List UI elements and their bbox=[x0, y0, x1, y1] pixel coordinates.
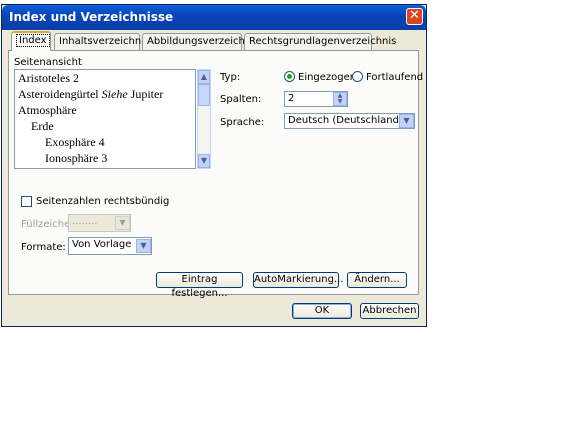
preview-line: Erde bbox=[31, 119, 54, 133]
tab-abbildungsverzeichnis-label: Abbildungsverzeichnis bbox=[147, 36, 260, 47]
tab-inhaltsverzeichnis[interactable]: Inhaltsverzeichnis bbox=[54, 33, 149, 50]
ok-button[interactable]: OK bbox=[292, 303, 352, 319]
sprache-select[interactable]: Deutsch (Deutschland) ▼ bbox=[284, 113, 415, 129]
scroll-up-icon[interactable]: ▲ bbox=[198, 70, 210, 84]
sprache-value: Deutsch (Deutschland) bbox=[288, 115, 403, 126]
spalten-label: Spalten: bbox=[220, 94, 262, 105]
tab-index-label: Index bbox=[16, 34, 50, 47]
preview-line: Exosphäre 4 bbox=[45, 135, 105, 149]
seitenzahlen-checkbox[interactable] bbox=[21, 196, 32, 207]
fuellzeichen-value: ........ bbox=[72, 216, 98, 227]
formate-select[interactable]: Von Vorlage ▼ bbox=[68, 237, 152, 255]
aendern-button[interactable]: Ändern... bbox=[347, 272, 407, 288]
preview-line: Ionosphäre 3 bbox=[45, 151, 108, 165]
seitenzahlen-label[interactable]: Seitenzahlen rechtsbündig bbox=[36, 196, 169, 207]
radio-fortlaufend-label[interactable]: Fortlaufend bbox=[366, 72, 423, 83]
preview-scrollbar[interactable]: ▲ ▼ bbox=[197, 69, 211, 169]
automarkierung-button[interactable]: AutoMarkierung... bbox=[253, 272, 343, 288]
spinner-icon[interactable]: ▲ ▼ bbox=[333, 92, 347, 106]
chevron-down-icon[interactable]: ▼ bbox=[399, 114, 414, 128]
tab-abbildungsverzeichnis[interactable]: Abbildungsverzeichnis bbox=[142, 33, 259, 50]
chevron-down-icon[interactable]: ▼ bbox=[136, 239, 151, 253]
preview-line: Asteroidengürtel Siehe Jupiter bbox=[18, 87, 163, 102]
title-bar[interactable]: Index und Verzeichnisse ✕ bbox=[2, 5, 426, 30]
scroll-thumb[interactable] bbox=[198, 84, 210, 106]
preview-line-text: Asteroidengürtel bbox=[18, 87, 102, 101]
preview-line-rest: Jupiter bbox=[127, 87, 164, 101]
preview-line-italic: Siehe bbox=[101, 87, 128, 101]
typ-label: Typ: bbox=[220, 72, 241, 83]
preview-line: Aristoteles 2 bbox=[18, 71, 79, 85]
scroll-down-icon[interactable]: ▼ bbox=[198, 154, 210, 168]
close-icon[interactable]: ✕ bbox=[406, 8, 423, 25]
tab-rechtsgrundlagenverzeichnis-label: Rechtsgrundlagenverzeichnis bbox=[249, 36, 397, 47]
radio-fortlaufend[interactable] bbox=[352, 71, 363, 82]
preview-label: Seitenansicht bbox=[14, 57, 82, 68]
radio-eingezogen[interactable] bbox=[284, 71, 295, 82]
window-title: Index und Verzeichnisse bbox=[9, 10, 174, 24]
sprache-label: Sprache: bbox=[220, 117, 265, 128]
abbrechen-button[interactable]: Abbrechen bbox=[360, 303, 419, 319]
eintrag-festlegen-button[interactable]: Eintrag festlegen... bbox=[156, 272, 243, 299]
formate-label: Formate: bbox=[21, 242, 66, 253]
tab-index[interactable]: Index bbox=[11, 31, 51, 51]
spalten-value: 2 bbox=[288, 93, 295, 104]
fuellzeichen-select[interactable]: ........ ▼ bbox=[68, 214, 131, 232]
tab-inhaltsverzeichnis-label: Inhaltsverzeichnis bbox=[59, 36, 150, 47]
tab-rechtsgrundlagenverzeichnis[interactable]: Rechtsgrundlagenverzeichnis bbox=[244, 33, 396, 50]
index-preview: Aristoteles 2 Asteroidengürtel Siehe Jup… bbox=[14, 69, 196, 169]
chevron-down-icon[interactable]: ▼ bbox=[115, 216, 130, 230]
formate-value: Von Vorlage bbox=[72, 239, 132, 250]
preview-line: Atmosphäre bbox=[18, 103, 77, 117]
radio-eingezogen-label[interactable]: Eingezogen bbox=[298, 72, 356, 83]
